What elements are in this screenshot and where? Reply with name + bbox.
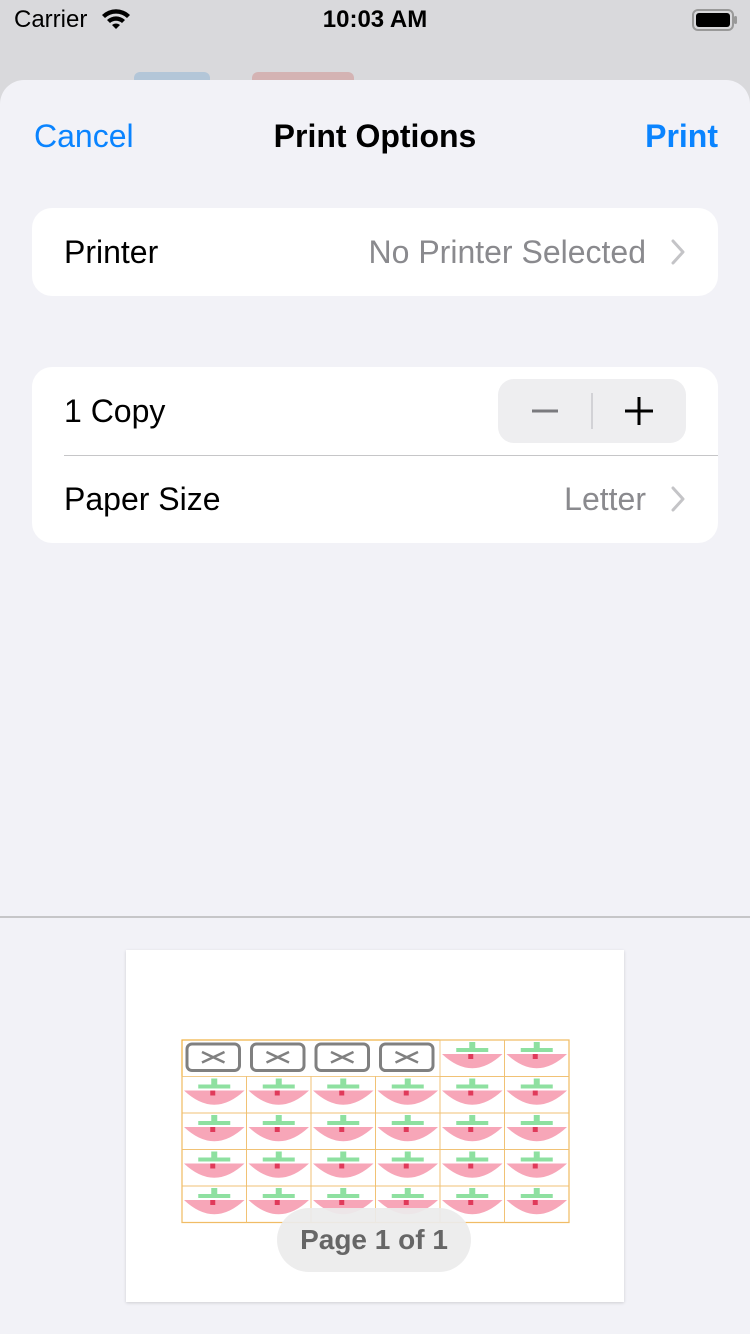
paper-size-row[interactable]: Paper Size Letter: [32, 455, 718, 543]
print-options-sheet: Cancel Print Options Print Printer No Pr…: [0, 80, 750, 1334]
printer-value: No Printer Selected: [368, 233, 646, 270]
copies-row: 1 Copy: [32, 367, 718, 455]
plus-icon: [625, 397, 653, 425]
print-button[interactable]: Print: [645, 118, 718, 155]
paper-size-value: Letter: [564, 480, 646, 517]
printer-row[interactable]: Printer No Printer Selected: [32, 208, 718, 296]
sticker-cell: [439, 1112, 505, 1150]
sticker-cell: [504, 1149, 570, 1187]
chevron-right-icon: [671, 239, 685, 265]
sticker-cell: [375, 1112, 441, 1150]
sticker-cell: [375, 1149, 441, 1187]
page-indicator: Page 1 of 1: [277, 1208, 471, 1272]
sticker-cell: [310, 1076, 376, 1114]
sticker-cell: [504, 1039, 570, 1077]
sticker-cell: [246, 1149, 312, 1187]
increment-button[interactable]: [592, 379, 686, 443]
chevron-right-icon: [671, 486, 685, 512]
nav-bar: Cancel Print Options Print: [0, 80, 750, 192]
copies-stepper: [498, 379, 686, 443]
cancel-button[interactable]: Cancel: [34, 118, 134, 155]
sticker-cell: [250, 1042, 306, 1072]
sticker-cell: [439, 1076, 505, 1114]
sticker-cell: [246, 1076, 312, 1114]
sticker-cell: [181, 1076, 247, 1114]
status-bar: Carrier 10:03 AM: [0, 0, 750, 40]
sticker-cell: [504, 1185, 570, 1223]
copies-label: 1 Copy: [64, 392, 166, 429]
status-time: 10:03 AM: [322, 6, 428, 33]
sticker-cell: [246, 1112, 312, 1150]
sticker-cell: [504, 1112, 570, 1150]
printer-label: Printer: [64, 233, 159, 270]
stepper-divider: [591, 393, 593, 429]
battery-icon: [692, 9, 737, 31]
printer-group: Printer No Printer Selected: [32, 208, 718, 296]
sticker-cell: [181, 1149, 247, 1187]
options-group: 1 Copy Paper Size Letter: [32, 367, 718, 543]
sticker-cell: [310, 1112, 376, 1150]
sticker-cell: [310, 1149, 376, 1187]
sticker-cell: [181, 1185, 247, 1223]
minus-icon: [532, 409, 558, 413]
sticker-cell: [375, 1076, 441, 1114]
sticker-cell: [181, 1112, 247, 1150]
preview-divider: [0, 916, 750, 918]
sticker-cell: [439, 1039, 505, 1077]
sticker-cell: [379, 1042, 435, 1072]
sticker-cell: [185, 1042, 241, 1072]
decrement-button[interactable]: [498, 379, 592, 443]
sticker-cell: [439, 1149, 505, 1187]
paper-size-label: Paper Size: [64, 480, 221, 517]
sticker-cell: [504, 1076, 570, 1114]
sticker-cell: [314, 1042, 370, 1072]
